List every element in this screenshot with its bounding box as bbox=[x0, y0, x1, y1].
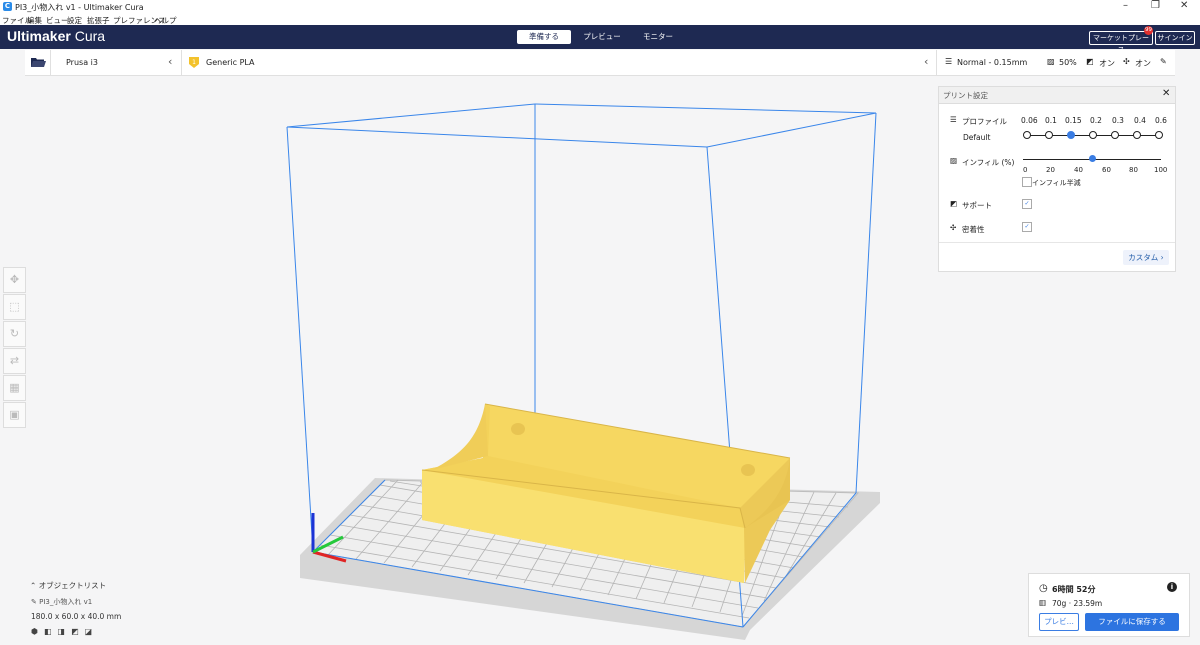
panel-divider bbox=[939, 242, 1175, 243]
stage-monitor-tab[interactable]: モニター bbox=[634, 30, 682, 44]
print-settings-panel: プリント設定 ✕ ☰ プロファイル Default 0.06 0.1 0.15 … bbox=[938, 86, 1176, 272]
rotate-tool-icon[interactable]: ↻ bbox=[3, 321, 26, 347]
info-icon[interactable]: i bbox=[1167, 582, 1177, 592]
infill-tick-label: 40 bbox=[1074, 166, 1083, 174]
infill-tick-label: 60 bbox=[1102, 166, 1111, 174]
panel-title: プリント設定 bbox=[943, 91, 988, 100]
main-toolbar: Prusa i3 ‹ 1 Generic PLA ‹ ☰ Normal - 0.… bbox=[25, 50, 1175, 76]
layer-height-label: 0.15 bbox=[1065, 116, 1082, 125]
stage-preview-tab[interactable]: プレビュー bbox=[576, 30, 628, 44]
layer-height-label: 0.4 bbox=[1134, 116, 1146, 125]
printer-chevron-icon[interactable]: ‹ bbox=[168, 55, 172, 68]
infill-tick-label: 100 bbox=[1154, 166, 1168, 174]
stage-prepare-tab[interactable]: 準備する bbox=[517, 30, 571, 44]
layer-height-label: 0.06 bbox=[1021, 116, 1038, 125]
infill-icon: ▨ bbox=[1047, 57, 1055, 66]
infill-summary[interactable]: 50% bbox=[1059, 58, 1077, 67]
layer-height-tick-selected[interactable] bbox=[1067, 131, 1075, 139]
toolbar-divider bbox=[936, 50, 937, 75]
toolbar-divider bbox=[181, 50, 182, 75]
layer-height-tick[interactable] bbox=[1045, 131, 1053, 139]
layer-height-label: 0.6 bbox=[1155, 116, 1167, 125]
layer-height-tick[interactable] bbox=[1133, 131, 1141, 139]
infill-tick-label: 0 bbox=[1023, 166, 1028, 174]
adhesion-summary[interactable]: オン bbox=[1135, 58, 1151, 69]
panel-header: プリント設定 ✕ bbox=[939, 87, 1175, 104]
gradual-infill-checkbox[interactable] bbox=[1022, 177, 1032, 187]
material-chevron-icon[interactable]: ‹ bbox=[924, 55, 928, 68]
marketplace-button[interactable]: マーケットプレース bbox=[1089, 31, 1153, 54]
support-icon: ◩ bbox=[1086, 57, 1094, 66]
gradual-infill-label: インフィル半減 bbox=[1032, 179, 1081, 187]
extruder-icon: 1 bbox=[189, 57, 199, 68]
layer-height-label: 0.3 bbox=[1112, 116, 1124, 125]
profile-name: Default bbox=[963, 133, 991, 142]
object-list-toggle[interactable]: ⌃ オブジェクトリスト bbox=[30, 580, 106, 591]
clock-icon: ◷ bbox=[1039, 583, 1048, 594]
edit-pencil-icon[interactable]: ✎ bbox=[1160, 57, 1167, 66]
infill-label: インフィル (%) bbox=[962, 158, 1015, 167]
view-orientation-buttons[interactable]: ⬢◧◨◩◪ bbox=[31, 627, 98, 636]
minimize-button[interactable]: – bbox=[1123, 0, 1128, 11]
ultimaker-cura-logo: Ultimaker Cura bbox=[7, 28, 106, 44]
object-name-row: ✎ PI3_小物入れ v1 bbox=[31, 598, 93, 606]
window-titlebar: C PI3_小物入れ v1 - Ultimaker Cura – ❐ ✕ bbox=[0, 0, 1200, 14]
cura-app-icon: C bbox=[3, 2, 12, 11]
custom-settings-button[interactable]: カスタム › bbox=[1123, 250, 1169, 265]
profile-icon: ☰ bbox=[945, 57, 953, 66]
signin-button[interactable]: サインイン bbox=[1155, 31, 1195, 45]
profile-summary[interactable]: Normal - 0.15mm bbox=[957, 58, 1027, 67]
close-icon[interactable]: ✕ bbox=[1162, 88, 1170, 99]
profile-label: プロファイル bbox=[962, 117, 1007, 126]
per-model-settings-icon[interactable]: ▦ bbox=[3, 375, 26, 401]
marketplace-badge: 99 bbox=[1144, 26, 1153, 35]
infill-tick-label: 80 bbox=[1129, 166, 1138, 174]
support-blocker-icon[interactable]: ▣ bbox=[3, 402, 26, 428]
left-toolbar: ✥ ⬚ ↻ ⇄ ▦ ▣ bbox=[3, 267, 26, 429]
layer-height-tick[interactable] bbox=[1023, 131, 1031, 139]
printer-selector[interactable]: Prusa i3 bbox=[66, 58, 98, 67]
open-file-button[interactable] bbox=[25, 50, 51, 75]
mirror-tool-icon[interactable]: ⇄ bbox=[3, 348, 26, 374]
object-dimensions: 180.0 x 60.0 x 40.0 mm bbox=[31, 612, 122, 621]
layer-height-tick[interactable] bbox=[1111, 131, 1119, 139]
adhesion-checkbox[interactable]: ✓ bbox=[1022, 222, 1032, 232]
infill-icon: ▨ bbox=[950, 156, 958, 165]
adhesion-icon: ✣ bbox=[950, 223, 957, 232]
pencil-icon[interactable]: ✎ bbox=[31, 598, 37, 606]
move-tool-icon[interactable]: ✥ bbox=[3, 267, 26, 293]
menu-bar: ファイル 編集 ビュー 設定 拡張子 プレファレンス ヘルプ bbox=[0, 14, 1200, 25]
app-header: Ultimaker Cura 準備する プレビュー モニター マーケットプレース… bbox=[0, 25, 1200, 54]
layer-height-label: 0.1 bbox=[1045, 116, 1057, 125]
window-title: PI3_小物入れ v1 - Ultimaker Cura bbox=[15, 3, 144, 12]
folder-open-icon bbox=[31, 58, 46, 67]
scale-tool-icon[interactable]: ⬚ bbox=[3, 294, 26, 320]
support-icon: ◩ bbox=[950, 199, 958, 208]
svg-text:1: 1 bbox=[192, 59, 196, 66]
save-to-file-button[interactable]: ファイルに保存する bbox=[1085, 613, 1179, 631]
preview-button[interactable]: プレビ... bbox=[1039, 613, 1079, 631]
close-window-button[interactable]: ✕ bbox=[1180, 0, 1188, 11]
infill-tick-label: 20 bbox=[1046, 166, 1055, 174]
support-label: サポート bbox=[962, 201, 992, 210]
infill-slider-handle[interactable] bbox=[1089, 155, 1096, 162]
print-summary-card: ◷ 6時間 52分 i ▥ 70g · 23.59m プレビ... ファイルに保… bbox=[1028, 573, 1190, 637]
layer-height-tick[interactable] bbox=[1155, 131, 1163, 139]
layer-height-label: 0.2 bbox=[1090, 116, 1102, 125]
material-usage: 70g · 23.59m bbox=[1052, 599, 1103, 608]
chevron-up-icon: ⌃ bbox=[30, 581, 37, 590]
support-checkbox[interactable]: ✓ bbox=[1022, 199, 1032, 209]
print-time: 6時間 52分 bbox=[1052, 585, 1096, 594]
maximize-button[interactable]: ❐ bbox=[1151, 0, 1160, 11]
material-selector[interactable]: Generic PLA bbox=[206, 58, 255, 67]
spool-icon: ▥ bbox=[1039, 598, 1047, 607]
adhesion-icon: ✣ bbox=[1123, 57, 1130, 66]
adhesion-label: 密着性 bbox=[962, 225, 985, 234]
layer-height-tick[interactable] bbox=[1089, 131, 1097, 139]
support-summary[interactable]: オン bbox=[1099, 58, 1115, 69]
profile-icon: ☰ bbox=[950, 115, 957, 124]
